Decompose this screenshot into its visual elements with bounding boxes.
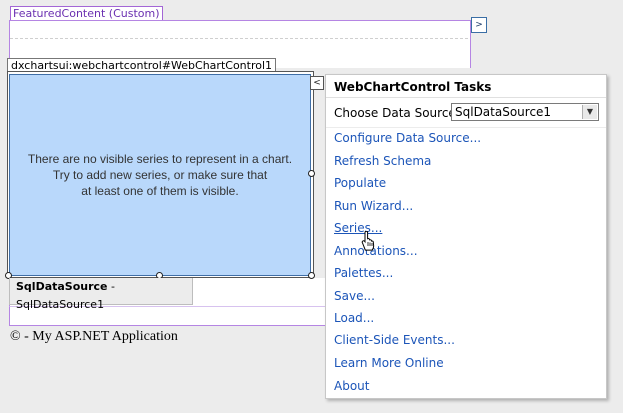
- smart-tag-icon[interactable]: <: [310, 76, 324, 90]
- web-chart-control-tag[interactable]: dxchartsui:webchartcontrol#WebChartContr…: [7, 58, 277, 72]
- empty-message-line: at least one of them is visible.: [81, 184, 239, 198]
- task-save[interactable]: Save...: [334, 289, 375, 303]
- resize-handle-right[interactable]: [308, 170, 315, 177]
- empty-message-line: There are no visible series to represent…: [27, 152, 293, 166]
- sql-data-source-name: SqlDataSource1: [16, 298, 105, 311]
- chevron-down-icon[interactable]: ▼: [582, 105, 597, 119]
- task-about[interactable]: About: [334, 379, 369, 393]
- task-load[interactable]: Load...: [334, 311, 374, 325]
- data-source-selected-value: SqlDataSource1: [455, 105, 552, 119]
- sql-data-source-control[interactable]: SqlDataSource - SqlDataSource1: [9, 278, 193, 311]
- task-populate[interactable]: Populate: [334, 176, 386, 190]
- task-palettes[interactable]: Palettes...: [334, 266, 393, 280]
- sql-data-source-separator: -: [107, 280, 115, 293]
- task-configure-data-source[interactable]: Configure Data Source...: [334, 131, 481, 145]
- task-learn-more-online[interactable]: Learn More Online: [334, 356, 444, 370]
- sql-data-source-type: SqlDataSource: [16, 280, 108, 293]
- task-refresh-schema[interactable]: Refresh Schema: [334, 154, 431, 168]
- chart-placeholder[interactable]: There are no visible series to represent…: [9, 74, 311, 276]
- empty-chart-message: There are no visible series to represent…: [20, 151, 300, 199]
- hand-pointer-icon: [360, 230, 376, 254]
- featured-content-divider: [10, 38, 468, 39]
- expand-arrow-icon[interactable]: >: [471, 17, 487, 33]
- resize-handle-bottom-right[interactable]: [308, 272, 315, 279]
- empty-message-line: Try to add new series, or make sure that: [52, 168, 268, 182]
- tasks-panel-title: WebChartControl Tasks: [334, 80, 492, 94]
- tasks-divider-secondary: [326, 127, 606, 128]
- tasks-divider: [326, 97, 606, 98]
- data-source-select[interactable]: SqlDataSource1 ▼: [451, 103, 599, 121]
- data-source-label: Choose Data Source:: [334, 106, 460, 120]
- footer-copyright: © - My ASP.NET Application: [10, 329, 178, 344]
- featured-content-region[interactable]: [9, 20, 471, 58]
- featured-content-tag[interactable]: FeaturedContent (Custom): [10, 6, 163, 21]
- task-client-side-events[interactable]: Client-Side Events...: [334, 333, 455, 347]
- task-run-wizard[interactable]: Run Wizard...: [334, 199, 413, 213]
